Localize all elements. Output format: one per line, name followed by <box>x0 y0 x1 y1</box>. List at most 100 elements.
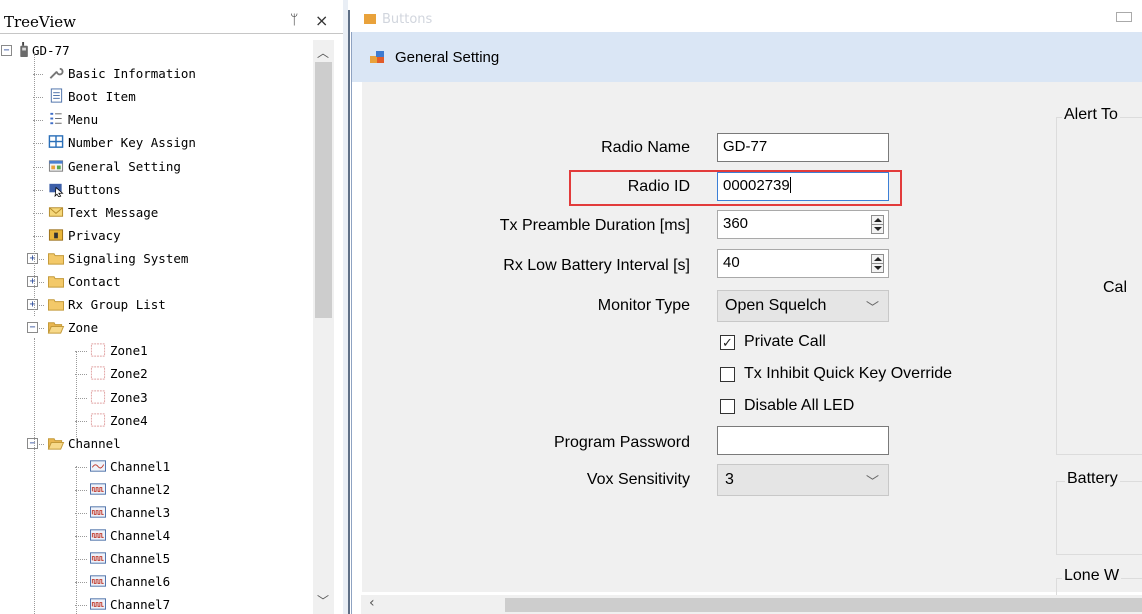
checkbox-checked-icon[interactable]: ✓ <box>720 335 735 350</box>
rx-low-battery-value: 40 <box>723 254 740 271</box>
tree-item[interactable]: Channel1 <box>0 456 312 479</box>
tree-item-label: Contact <box>68 274 121 289</box>
horizontal-scrollbar[interactable]: ‹ <box>361 595 1142 614</box>
pin-icon[interactable]: ᛘ <box>290 12 298 28</box>
buttons-window-tab[interactable]: Buttons <box>364 12 432 27</box>
rx-low-battery-spinner[interactable]: 40 <box>717 249 889 278</box>
tree-item[interactable]: Number Key Assign <box>0 132 312 155</box>
tree-item[interactable]: Channel7 <box>0 594 312 614</box>
tree-item[interactable]: Zone4 <box>0 410 312 433</box>
program-password-label: Program Password <box>553 434 690 451</box>
tree-item[interactable]: Zone1 <box>0 340 312 363</box>
monitor-type-select[interactable]: Open Squelch ﹀ <box>717 290 889 322</box>
general-setting-title: General Setting <box>395 49 500 66</box>
tree-item-label: Channel5 <box>110 551 171 566</box>
tx-preamble-value: 360 <box>723 215 749 232</box>
window-icon <box>364 14 376 24</box>
scroll-thumb[interactable] <box>315 62 332 318</box>
scroll-down-icon[interactable]: ﹀ <box>317 592 329 609</box>
tree-item[interactable]: Channel4 <box>0 525 312 548</box>
collapse-icon[interactable]: − <box>27 438 38 449</box>
tree-item-label: General Setting <box>68 159 181 174</box>
digital-channel-icon <box>90 483 106 495</box>
tree-guide-line <box>34 338 35 614</box>
tree-item[interactable]: Buttons <box>0 179 312 202</box>
treeview-panel: TreeView ᛘ × − GD-77 Basic Information Boot… <box>0 0 343 614</box>
tree-item[interactable]: − GD-77 <box>0 40 312 63</box>
treeview-title: TreeView <box>4 13 77 31</box>
tree-item-label: Channel1 <box>110 459 171 474</box>
tree-connector <box>39 282 44 283</box>
program-password-input[interactable] <box>717 426 889 455</box>
digital-channel-icon <box>90 506 106 518</box>
tree-item[interactable]: + Contact <box>0 271 312 294</box>
tree-item[interactable]: Menu <box>0 109 312 132</box>
close-icon[interactable]: × <box>315 11 328 30</box>
tree-item-label: Zone2 <box>110 366 148 381</box>
zone-icon <box>90 413 106 427</box>
battery-group-label: Battery <box>1065 470 1120 488</box>
folder-open-icon <box>47 438 65 450</box>
tree-item[interactable]: + Rx Group List <box>0 294 312 317</box>
tree-item[interactable]: Zone3 <box>0 387 312 410</box>
tree-item[interactable]: Channel6 <box>0 571 312 594</box>
collapse-icon[interactable]: − <box>27 322 38 333</box>
vox-sensitivity-select[interactable]: 3 ﹀ <box>717 464 889 496</box>
envelope-icon <box>48 207 64 217</box>
digital-channel-icon <box>90 552 106 564</box>
digital-channel-icon <box>90 598 106 610</box>
tree-item-label: Channel3 <box>110 505 171 520</box>
tree-item-label: Privacy <box>68 228 121 243</box>
tree-item-label: Signaling System <box>68 251 189 266</box>
tree-item[interactable]: Channel2 <box>0 479 312 502</box>
collapse-icon[interactable]: − <box>1 45 12 56</box>
treeview-scrollbar[interactable]: ︿ ﹀ <box>313 40 334 614</box>
lone-worker-group-label: Lone W <box>1062 567 1122 585</box>
scroll-left-icon[interactable]: ‹ <box>369 595 375 611</box>
treeview-header: TreeView ᛘ × <box>0 10 343 34</box>
private-call-label: Private Call <box>744 333 826 350</box>
expand-icon[interactable]: + <box>27 253 38 264</box>
tree-item[interactable]: Channel3 <box>0 502 312 525</box>
general-setting-titlebar: General Setting <box>352 32 1142 82</box>
scroll-thumb[interactable] <box>505 598 1142 612</box>
chevron-down-icon: ﹀ <box>865 300 879 315</box>
tree-item[interactable]: − Zone <box>0 317 312 340</box>
vox-sensitivity-value: 3 <box>725 471 734 488</box>
tree-item-label: Zone <box>68 320 99 335</box>
settings-icon <box>48 160 64 172</box>
document-icon <box>50 88 63 103</box>
tree-item[interactable]: − Channel <box>0 433 312 456</box>
tree-item[interactable]: General Setting <box>0 156 312 179</box>
scroll-up-icon[interactable]: ︿ <box>317 44 329 61</box>
tree: − GD-77 Basic Information Boot Item Menu Numb… <box>0 40 312 614</box>
spinner-arrows-icon[interactable] <box>871 215 884 234</box>
monitor-type-value: Open Squelch <box>725 297 827 314</box>
tree-item[interactable]: Privacy <box>0 225 312 248</box>
tree-item-label: GD-77 <box>32 43 70 58</box>
tree-item[interactable]: + Signaling System <box>0 248 312 271</box>
tree-connector <box>39 305 44 306</box>
expand-icon[interactable]: + <box>27 276 38 287</box>
tree-item-label: Number Key Assign <box>68 135 196 150</box>
tree-item[interactable]: Basic Information <box>0 63 312 86</box>
monitor-type-label: Monitor Type <box>597 297 690 314</box>
rx-low-battery-label: Rx Low Battery Interval [s] <box>503 257 690 274</box>
zone-icon <box>90 390 106 404</box>
spinner-arrows-icon[interactable] <box>871 254 884 273</box>
restore-icon[interactable] <box>1116 12 1132 22</box>
tree-item-label: Boot Item <box>68 89 136 104</box>
disable-led-label: Disable All LED <box>744 397 855 414</box>
expand-icon[interactable]: + <box>27 299 38 310</box>
radio-name-input[interactable]: GD-77 <box>717 133 889 162</box>
tree-item-label: Channel2 <box>110 482 171 497</box>
checkbox-icon[interactable] <box>720 367 735 382</box>
tree-item[interactable]: Text Message <box>0 202 312 225</box>
checkbox-icon[interactable] <box>720 399 735 414</box>
tree-item[interactable]: Boot Item <box>0 86 312 109</box>
radio-name-label: Radio Name <box>601 139 690 156</box>
tx-preamble-spinner[interactable]: 360 <box>717 210 889 239</box>
tree-item[interactable]: Channel5 <box>0 548 312 571</box>
general-setting-window: General Setting <box>351 32 1142 614</box>
tree-item[interactable]: Zone2 <box>0 363 312 386</box>
